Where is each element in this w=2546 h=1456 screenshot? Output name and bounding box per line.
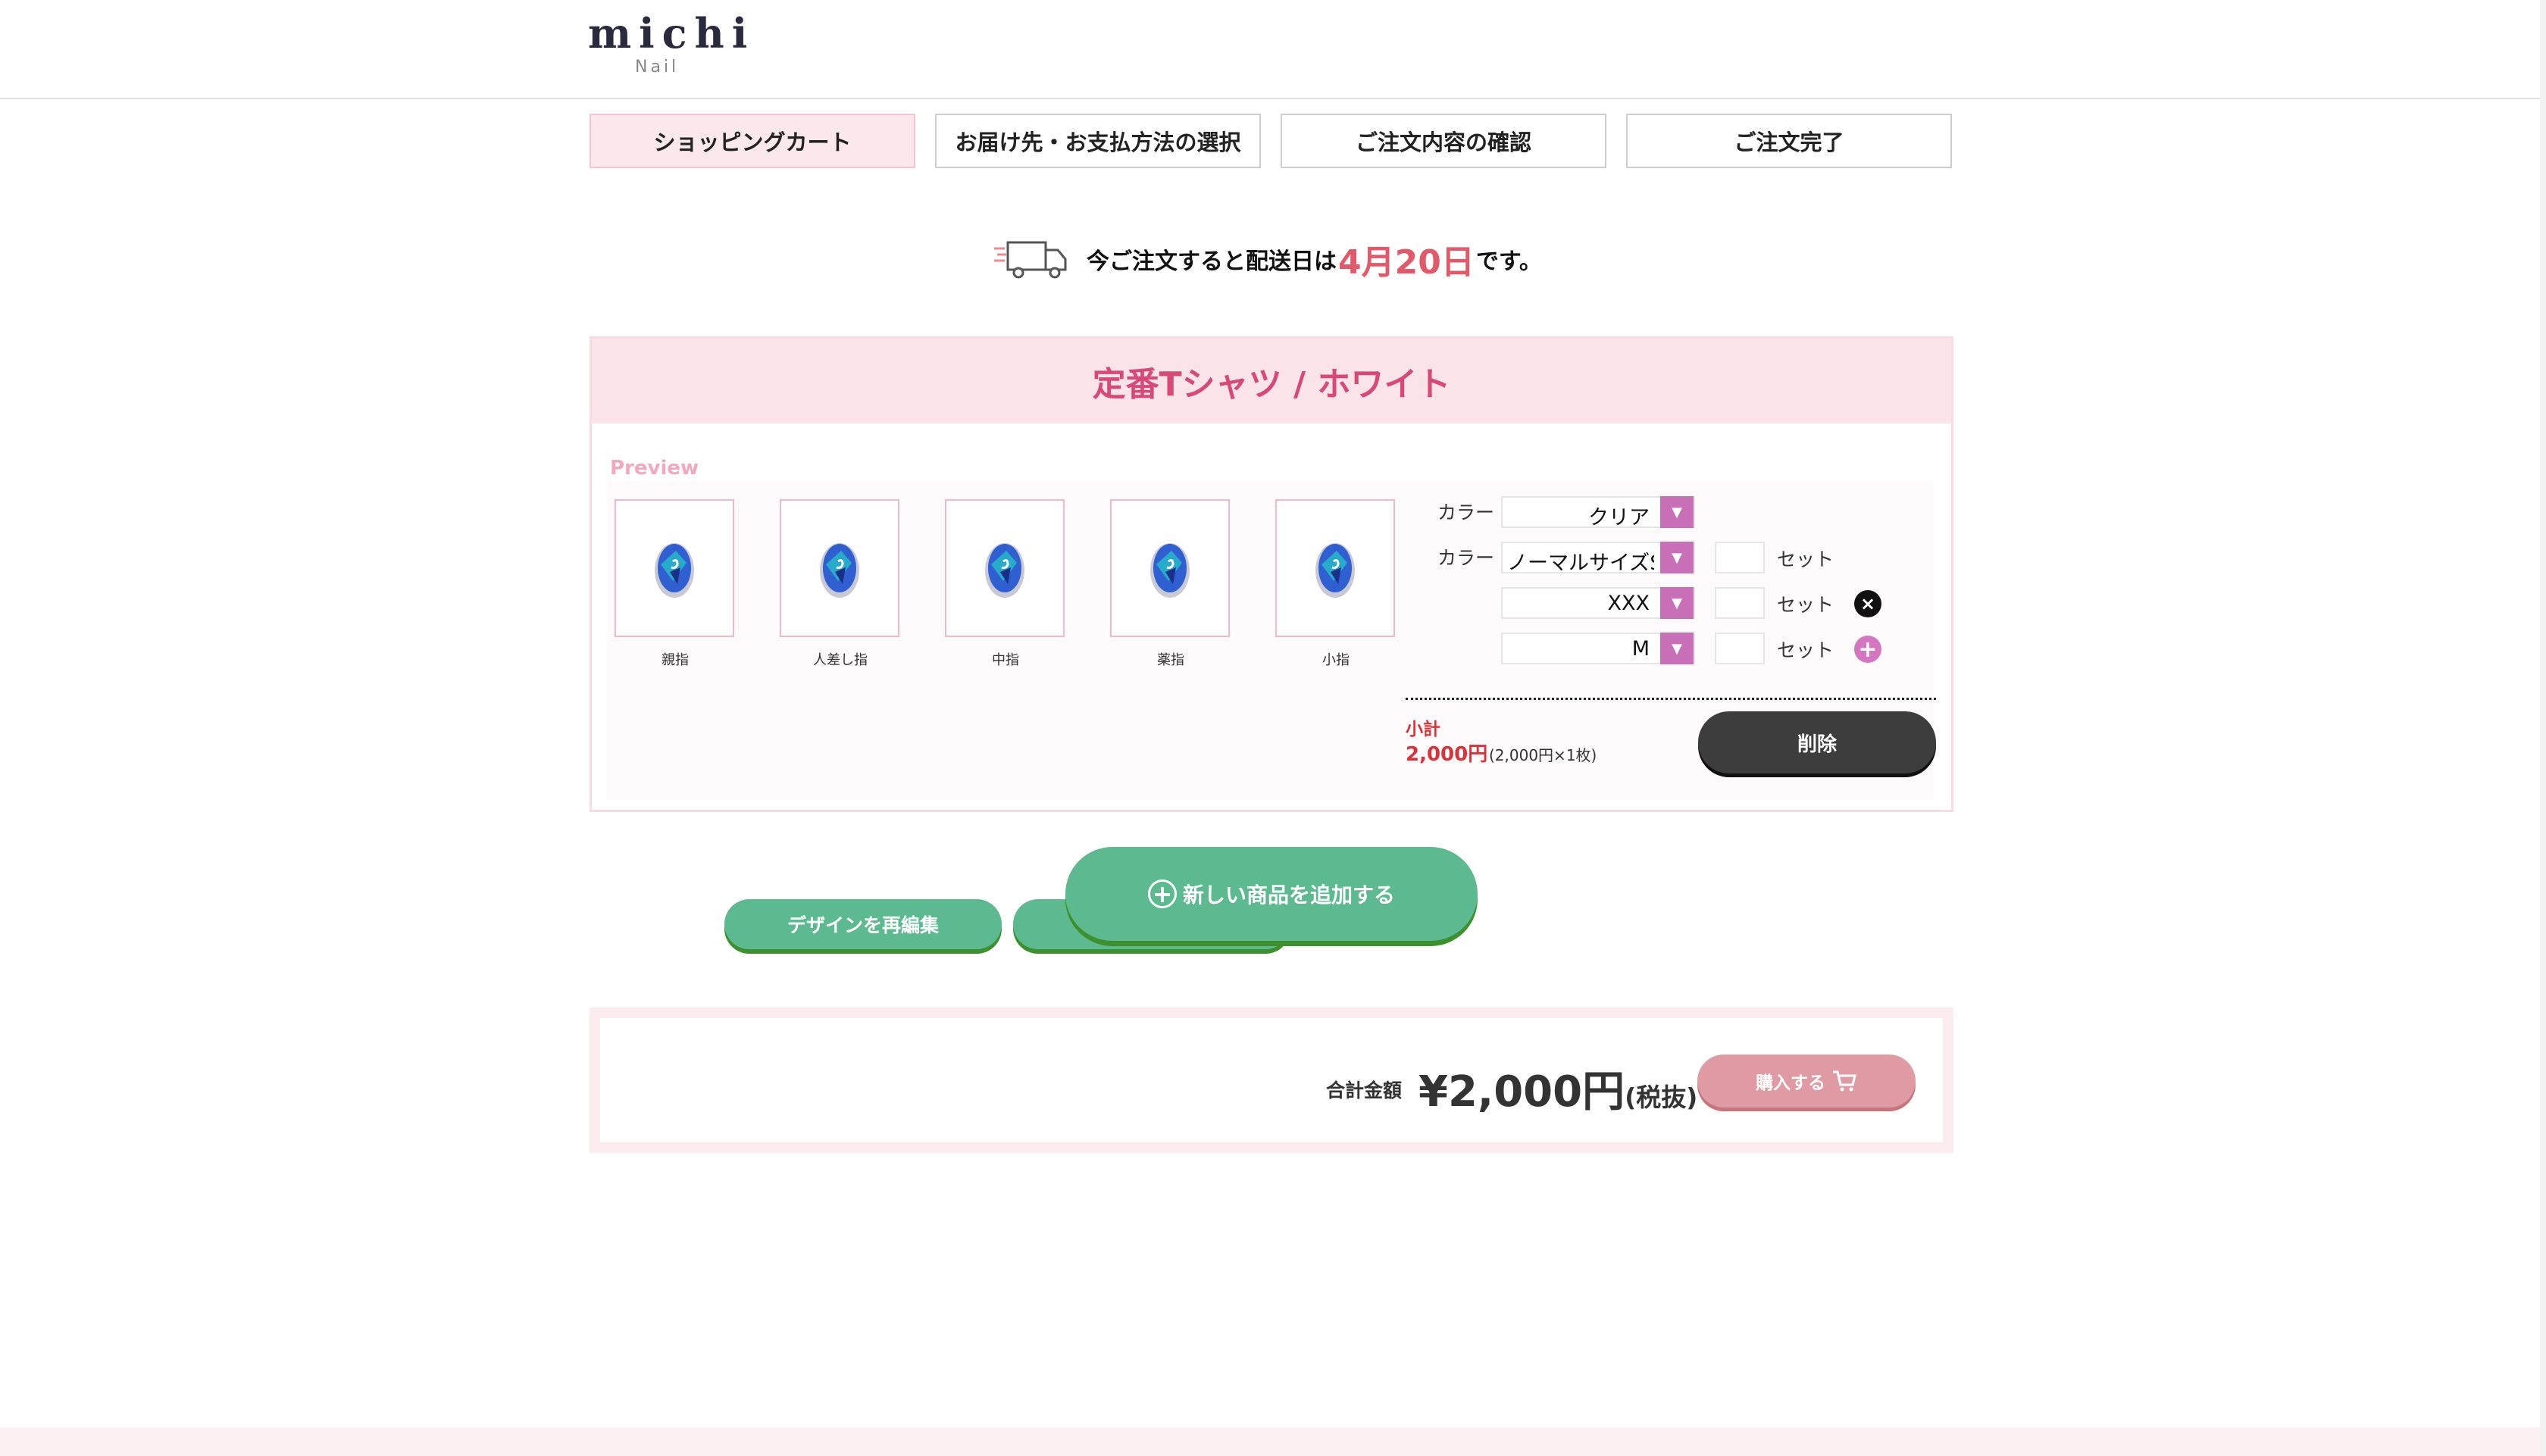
delivery-suffix: です。 <box>1475 248 1542 275</box>
chevron-down-icon: ▼ <box>1660 496 1694 528</box>
cart-icon <box>1833 1070 1856 1092</box>
delete-button[interactable]: 削除 <box>1698 711 1936 773</box>
redesign-button[interactable]: デザインを再編集 <box>724 899 1002 949</box>
size-select[interactable]: ノーマルサイズSS ▼ <box>1501 542 1695 575</box>
finger-label-pinky: 小指 <box>1322 652 1350 668</box>
chevron-down-icon: ▼ <box>1660 542 1694 573</box>
size-select-extra[interactable]: M ▼ <box>1501 633 1695 664</box>
finger-label-index: 人差し指 <box>813 652 868 668</box>
step-shopping-cart: ショッピングカート <box>590 114 915 168</box>
nail-preview-ring[interactable] <box>1110 499 1230 637</box>
logo-text: michi <box>588 9 755 58</box>
purchase-label: 購入する <box>1756 1073 1825 1093</box>
nail-design-icon <box>820 543 859 598</box>
site-logo[interactable]: michi Nail <box>588 9 747 82</box>
total-amount: ¥2,000円 <box>1418 1067 1625 1117</box>
page-footer <box>0 1427 2546 1456</box>
preview-label: Preview <box>610 457 699 480</box>
set-quantity-input[interactable] <box>1715 587 1765 619</box>
size-select-value: M <box>1631 637 1650 661</box>
nail-preview-index[interactable] <box>780 499 899 637</box>
color-select[interactable]: クリア ▼ <box>1501 496 1695 530</box>
delivery-notice: 今ご注文すると配送日は 4月20日 です。 <box>993 236 1569 282</box>
step-shipping-payment: お届け先・お支払方法の選択 <box>935 114 1261 168</box>
finger-label-ring: 薬指 <box>1157 652 1184 668</box>
size-option-label: カラー <box>1437 547 1495 569</box>
logo-subtext: Nail <box>635 58 680 77</box>
subtotal-value: 2,000円 <box>1406 743 1488 766</box>
remove-row-icon[interactable]: × <box>1854 590 1881 617</box>
nail-design-icon <box>1315 543 1355 598</box>
add-product-button[interactable]: + 新しい商品を追加する <box>1065 847 1478 941</box>
chevron-down-icon: ▼ <box>1660 633 1694 664</box>
color-option-label: カラー <box>1437 501 1495 523</box>
order-total-box: 合計金額 ¥2,000円(税抜) 購入する <box>590 1008 1953 1153</box>
product-title: 定番Tシャツ / ホワイト <box>1092 365 1451 404</box>
chevron-down-icon: ▼ <box>1660 587 1694 619</box>
size-select-value: XXX <box>1607 592 1650 615</box>
scrollbar[interactable] <box>2540 0 2546 1456</box>
set-quantity-input[interactable] <box>1715 633 1765 664</box>
nail-preview-thumb[interactable] <box>615 499 734 637</box>
plus-circle-icon: + <box>1147 880 1177 908</box>
delivery-truck-icon <box>994 241 1067 279</box>
total-label: 合計金額 <box>1326 1080 1403 1101</box>
step-confirm-order: ご注文内容の確認 <box>1281 114 1606 168</box>
nail-preview-pinky[interactable] <box>1275 499 1395 637</box>
subtotal-label: 小計 <box>1406 720 1440 739</box>
site-header: michi Nail <box>0 0 2546 99</box>
cart-item-card: 定番Tシャツ / ホワイト Preview 親指 人差し指 中指 薬指 小指 カ… <box>590 336 1953 949</box>
add-product-label: 新しい商品を追加する <box>1182 883 1395 908</box>
divider <box>1406 698 1936 700</box>
color-select-value: クリア <box>1588 506 1650 530</box>
nail-preview-middle[interactable] <box>945 499 1065 637</box>
set-unit-label: セット <box>1777 639 1834 661</box>
cart-item-header: 定番Tシャツ / ホワイト <box>592 339 1951 423</box>
size-select-extra[interactable]: XXX ▼ <box>1501 587 1695 619</box>
delivery-prefix: 今ご注文すると配送日は <box>1087 248 1337 275</box>
nail-design-icon <box>655 543 694 598</box>
finger-label-middle: 中指 <box>992 652 1019 668</box>
subtotal-detail: (2,000円×1枚) <box>1489 746 1597 764</box>
nail-design-icon <box>1150 543 1190 598</box>
tax-note: (税抜) <box>1625 1083 1698 1112</box>
purchase-button[interactable]: 購入する <box>1697 1055 1916 1108</box>
nail-design-icon <box>985 543 1024 598</box>
set-unit-label: セット <box>1777 594 1834 616</box>
checkout-steps: ショッピングカート お届け先・お支払方法の選択 ご注文内容の確認 ご注文完了 <box>590 114 1953 171</box>
delivery-date: 4月20日 <box>1338 243 1475 282</box>
total-value: ¥2,000円(税抜) <box>1418 1058 1697 1119</box>
set-quantity-input[interactable] <box>1715 542 1765 573</box>
add-row-icon[interactable]: + <box>1854 636 1881 663</box>
finger-label-thumb: 親指 <box>662 652 689 668</box>
set-unit-label: セット <box>1777 548 1834 570</box>
size-select-value: ノーマルサイズSS <box>1507 551 1654 575</box>
step-order-complete: ご注文完了 <box>1626 114 1952 168</box>
